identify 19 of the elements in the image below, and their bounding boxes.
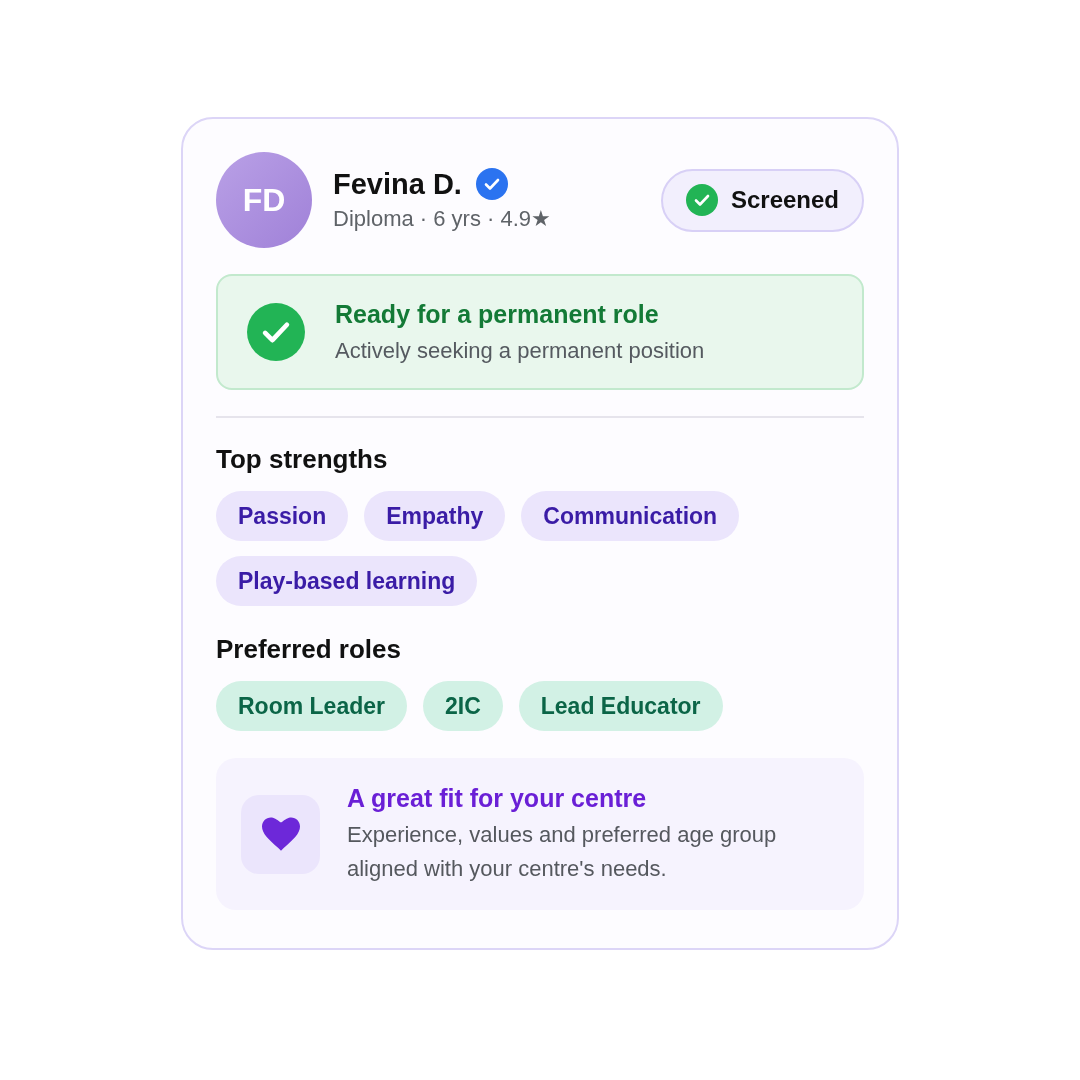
candidate-name: Fevina D. <box>333 167 462 202</box>
role-tag: Room Leader <box>216 681 407 731</box>
role-tag: 2IC <box>423 681 503 731</box>
section-heading: Preferred roles <box>216 633 402 666</box>
strength-tag: Empathy <box>364 491 506 541</box>
availability-title: Ready for a permanent role <box>335 299 660 330</box>
role-tag: Lead Educator <box>518 681 723 731</box>
check-circle-icon <box>685 184 718 216</box>
avatar: FD <box>216 152 312 248</box>
section-heading: Top strengths <box>216 443 389 476</box>
availability-subtitle: Actively seeking a permanent position <box>335 337 705 365</box>
strength-tag: Communication <box>521 491 740 541</box>
fit-note-body: Experience, values and preferred age group aligned with your centre's needs. <box>347 821 778 883</box>
check-circle-icon <box>247 303 305 361</box>
fit-note-title: A great fit for your centre <box>347 783 648 814</box>
strength-tag: Passion <box>216 491 349 541</box>
screened-badge: Screened <box>660 168 864 232</box>
strength-tag: Play-based learning <box>216 556 478 606</box>
candidate-details: Diploma · 6 yrs · 4.9★ <box>333 205 552 233</box>
